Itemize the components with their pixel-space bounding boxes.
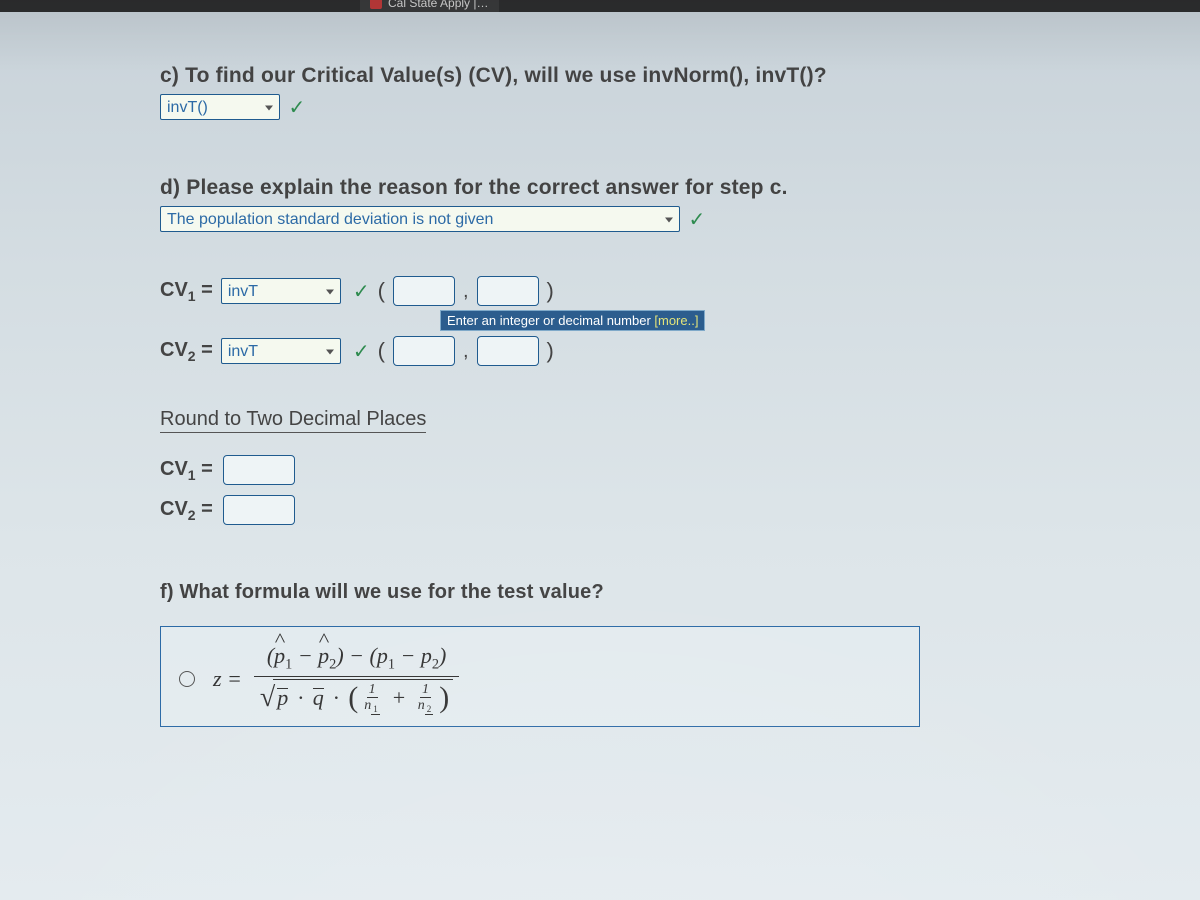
cv2-answer-label: CV2 =: [160, 498, 213, 523]
cv2-func-select[interactable]: invT: [221, 338, 341, 364]
browser-tabstrip: Cal State Apply |…: [0, 0, 1200, 12]
cv1-arg2-input[interactable]: [477, 276, 539, 306]
question-d-prompt: d) Please explain the reason for the cor…: [160, 176, 1160, 200]
check-icon: ✓: [288, 95, 305, 120]
question-c-select-wrap: invT(): [160, 94, 280, 120]
input-hint-tooltip: Enter an integer or decimal number [more…: [440, 310, 705, 331]
cv2-param-row: CV2 = invT ✓ ( , ): [160, 336, 1160, 366]
quiz-content: c) To find our Critical Value(s) (CV), w…: [160, 40, 1160, 900]
hint-text: Enter an integer or decimal number: [447, 313, 654, 328]
cv-params-block: CV1 = invT ✓ ( , ) Enter an integer or d…: [160, 276, 1160, 366]
formula-radio[interactable]: [179, 671, 195, 687]
cv2-func-select-wrap: invT: [221, 338, 341, 364]
round-header: Round to Two Decimal Places: [160, 408, 426, 433]
formula-option-box[interactable]: z = (p1 − p2) − (p1 − p2) √ p · q · ( 1n…: [160, 626, 920, 727]
comma: ,: [463, 340, 469, 363]
question-d-select-wrap: The population standard deviation is not…: [160, 206, 680, 232]
formula-lhs: z =: [213, 666, 242, 692]
cv1-answer-row: CV1 =: [160, 455, 1160, 485]
cv2-arg1-input[interactable]: [393, 336, 455, 366]
formula-denominator: √ p · q · ( 1n1 + 1n2 ): [254, 677, 459, 717]
cv2-answer-input[interactable]: [223, 495, 295, 525]
close-paren: ): [547, 338, 554, 364]
close-paren: ): [547, 278, 554, 304]
cv2-answer-row: CV2 =: [160, 495, 1160, 525]
check-icon: ✓: [353, 339, 370, 364]
question-c-prompt: c) To find our Critical Value(s) (CV), w…: [160, 64, 1160, 88]
cv1-label: CV1 =: [160, 279, 213, 304]
formula-fraction: (p1 − p2) − (p1 − p2) √ p · q · ( 1n1 + …: [254, 641, 459, 716]
open-paren: (: [378, 278, 385, 304]
cv1-answer-input[interactable]: [223, 455, 295, 485]
check-icon: ✓: [688, 207, 705, 232]
cv2-label: CV2 =: [160, 339, 213, 364]
cv1-func-select[interactable]: invT: [221, 278, 341, 304]
cv2-arg2-input[interactable]: [477, 336, 539, 366]
question-c-select[interactable]: invT(): [160, 94, 280, 120]
hint-more-link[interactable]: [more..]: [654, 313, 698, 328]
cv1-param-row: CV1 = invT ✓ ( , ): [160, 276, 1160, 306]
cv1-answer-label: CV1 =: [160, 458, 213, 483]
question-f-prompt: f) What formula will we use for the test…: [160, 581, 1160, 604]
comma: ,: [463, 280, 469, 303]
formula-numerator: (p1 − p2) − (p1 − p2): [261, 641, 453, 676]
tab-favicon: [370, 0, 382, 9]
cv1-func-select-wrap: invT: [221, 278, 341, 304]
tab-label: Cal State Apply |…: [388, 0, 489, 10]
question-d-select[interactable]: The population standard deviation is not…: [160, 206, 680, 232]
formula-z: z = (p1 − p2) − (p1 − p2) √ p · q · ( 1n…: [213, 641, 459, 716]
browser-tab[interactable]: Cal State Apply |…: [360, 0, 499, 12]
check-icon: ✓: [353, 279, 370, 304]
cv1-arg1-input[interactable]: [393, 276, 455, 306]
open-paren: (: [378, 338, 385, 364]
